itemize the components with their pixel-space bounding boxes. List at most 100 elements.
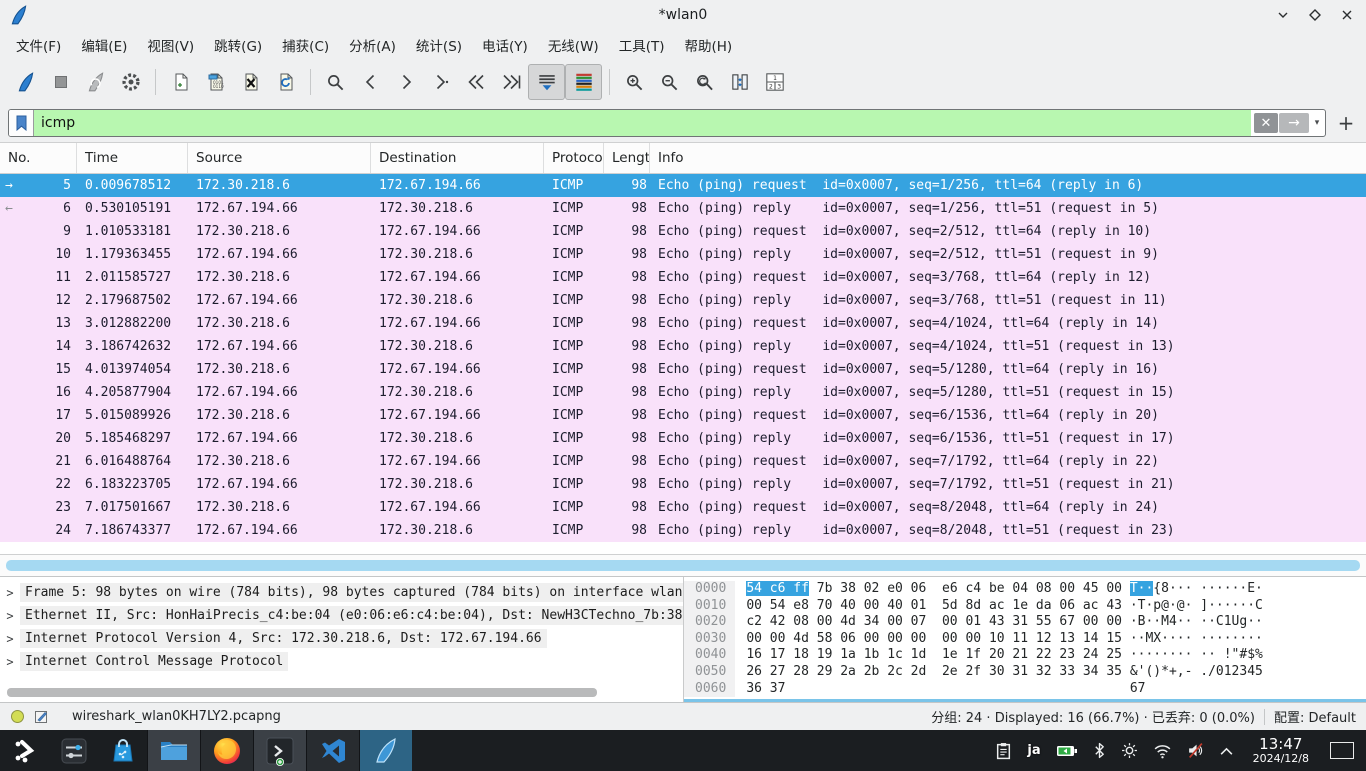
menu-item[interactable]: 统计(S) <box>406 31 472 59</box>
zoom-in-icon[interactable] <box>617 65 652 99</box>
packet-row[interactable]: 91.010533181172.30.218.6172.67.194.66ICM… <box>0 220 1366 243</box>
discover-store-icon[interactable] <box>98 730 147 771</box>
clipboard-icon[interactable] <box>995 742 1012 760</box>
details-hscroll-thumb[interactable] <box>7 688 597 697</box>
go-first-icon[interactable] <box>458 65 493 99</box>
menu-item[interactable]: 分析(A) <box>339 31 406 59</box>
go-last-icon[interactable] <box>493 65 528 99</box>
detail-row[interactable]: >Frame 5: 98 bytes on wire (784 bits), 9… <box>0 581 683 604</box>
expert-info-icon[interactable] <box>10 709 25 724</box>
menu-item[interactable]: 无线(W) <box>538 31 609 59</box>
column-header-length[interactable]: Length <box>604 143 650 173</box>
menu-item[interactable]: 帮助(H) <box>674 31 742 59</box>
detail-row[interactable]: >Ethernet II, Src: HonHaiPrecis_c4:be:04… <box>0 604 683 627</box>
firefox-icon[interactable] <box>200 730 253 771</box>
save-file-icon[interactable]: 01010110 <box>198 65 233 99</box>
hex-row[interactable]: 001000 54 e8 70 40 00 40 01 5d 8d ac 1e … <box>684 598 1366 615</box>
column-header-time[interactable]: Time <box>77 143 188 173</box>
packet-row[interactable]: 175.015089926172.30.218.6172.67.194.66IC… <box>0 404 1366 427</box>
packet-row[interactable]: 101.179363455172.67.194.66172.30.218.6IC… <box>0 243 1366 266</box>
menu-item[interactable]: 工具(T) <box>609 31 675 59</box>
zoom-reset-icon[interactable] <box>687 65 722 99</box>
volume-muted-icon[interactable] <box>1187 742 1204 759</box>
packet-row[interactable]: 247.186743377172.67.194.66172.30.218.6IC… <box>0 519 1366 542</box>
go-forward-icon[interactable] <box>388 65 423 99</box>
menu-item[interactable]: 捕获(C) <box>272 31 339 59</box>
menu-item[interactable]: 视图(V) <box>137 31 204 59</box>
close-file-icon[interactable] <box>233 65 268 99</box>
go-to-packet-icon[interactable] <box>423 65 458 99</box>
resize-columns-icon[interactable] <box>722 65 757 99</box>
menu-item[interactable]: 文件(F) <box>6 31 71 59</box>
restart-capture-icon[interactable] <box>78 65 113 99</box>
start-capture-icon[interactable] <box>8 65 43 99</box>
bluetooth-icon[interactable] <box>1093 742 1106 759</box>
auto-scroll-icon[interactable] <box>528 64 565 100</box>
colorize-icon[interactable] <box>565 64 602 100</box>
column-header-protocol[interactable]: Protocol <box>544 143 604 173</box>
layout-123-icon[interactable]: 123 <box>757 65 792 99</box>
profile-selector[interactable]: 配置: Default <box>1274 707 1356 726</box>
reload-file-icon[interactable] <box>268 65 303 99</box>
wifi-icon[interactable] <box>1153 743 1172 759</box>
hex-row[interactable]: 005026 27 28 29 2a 2b 2c 2d 2e 2f 30 31 … <box>684 664 1366 681</box>
column-header-source[interactable]: Source <box>188 143 371 173</box>
filter-apply-icon[interactable]: → <box>1279 113 1309 133</box>
find-packet-icon[interactable] <box>318 65 353 99</box>
hscroll-thumb[interactable] <box>6 560 1360 571</box>
column-header-info[interactable]: Info <box>650 143 1366 173</box>
go-back-icon[interactable] <box>353 65 388 99</box>
filter-add-button[interactable]: + <box>1334 111 1358 135</box>
expand-arrow-icon[interactable]: > <box>0 655 20 669</box>
stop-capture-icon[interactable] <box>43 65 78 99</box>
filter-clear-icon[interactable]: ✕ <box>1254 113 1278 133</box>
title-bar[interactable]: *wlan0 <box>0 0 1366 30</box>
minimize-button[interactable] <box>1274 6 1292 24</box>
maximize-button[interactable] <box>1306 6 1324 24</box>
show-desktop-button[interactable] <box>1330 742 1354 759</box>
packet-row[interactable]: ←60.530105191172.67.194.66172.30.218.6IC… <box>0 197 1366 220</box>
filter-bookmark-icon[interactable] <box>9 110 34 136</box>
capture-comment-icon[interactable] <box>34 709 49 724</box>
packet-row[interactable]: →50.009678512172.30.218.6172.67.194.66IC… <box>0 174 1366 197</box>
vscode-icon[interactable] <box>306 730 359 771</box>
menu-item[interactable]: 编辑(E) <box>71 31 137 59</box>
display-filter-input[interactable] <box>34 110 1251 136</box>
filter-dropdown-icon[interactable]: ▾ <box>1309 110 1325 136</box>
input-method-indicator[interactable]: ja <box>1027 743 1040 758</box>
hex-row[interactable]: 000054 c6 ff 7b 38 02 e0 06 e6 c4 be 04 … <box>684 581 1366 598</box>
packet-row[interactable]: 164.205877904172.67.194.66172.30.218.6IC… <box>0 381 1366 404</box>
hex-row[interactable]: 004016 17 18 19 1a 1b 1c 1d 1e 1f 20 21 … <box>684 647 1366 664</box>
hex-row[interactable]: 003000 00 4d 58 06 00 00 00 00 00 10 11 … <box>684 631 1366 648</box>
packet-row[interactable]: 216.016488764172.30.218.6172.67.194.66IC… <box>0 450 1366 473</box>
expand-arrow-icon[interactable]: > <box>0 632 20 646</box>
close-button[interactable] <box>1338 6 1356 24</box>
packet-row[interactable]: 133.012882200172.30.218.6172.67.194.66IC… <box>0 312 1366 335</box>
brightness-icon[interactable] <box>1121 742 1138 759</box>
battery-icon[interactable] <box>1056 744 1078 758</box>
detail-row[interactable]: >Internet Control Message Protocol <box>0 650 683 673</box>
terminal-icon[interactable] <box>253 730 306 771</box>
packet-row[interactable]: 143.186742632172.67.194.66172.30.218.6IC… <box>0 335 1366 358</box>
expand-arrow-icon[interactable]: > <box>0 609 20 623</box>
packet-row[interactable]: 226.183223705172.67.194.66172.30.218.6IC… <box>0 473 1366 496</box>
wireshark-task-icon[interactable] <box>359 730 412 771</box>
app-launcher-icon[interactable] <box>0 730 49 771</box>
expand-arrow-icon[interactable]: > <box>0 586 20 600</box>
taskbar-clock[interactable]: 13:47 2024/12/8 <box>1253 736 1309 765</box>
hex-row[interactable]: 0020c2 42 08 00 4d 34 00 07 00 01 43 31 … <box>684 614 1366 631</box>
capture-options-icon[interactable] <box>113 65 148 99</box>
packet-row[interactable]: 154.013974054172.30.218.6172.67.194.66IC… <box>0 358 1366 381</box>
menu-item[interactable]: 跳转(G) <box>204 31 272 59</box>
hscroll-track[interactable] <box>0 554 1366 577</box>
column-header-destination[interactable]: Destination <box>371 143 544 173</box>
packet-row[interactable]: 122.179687502172.67.194.66172.30.218.6IC… <box>0 289 1366 312</box>
packet-row[interactable]: 112.011585727172.30.218.6172.67.194.66IC… <box>0 266 1366 289</box>
packet-row[interactable]: 205.185468297172.67.194.66172.30.218.6IC… <box>0 427 1366 450</box>
hex-row[interactable]: 006036 3767 <box>684 681 1366 698</box>
detail-row[interactable]: >Internet Protocol Version 4, Src: 172.3… <box>0 627 683 650</box>
system-settings-icon[interactable] <box>49 730 98 771</box>
packet-row[interactable]: 237.017501667172.30.218.6172.67.194.66IC… <box>0 496 1366 519</box>
open-file-icon[interactable] <box>163 65 198 99</box>
file-manager-icon[interactable] <box>147 730 200 771</box>
